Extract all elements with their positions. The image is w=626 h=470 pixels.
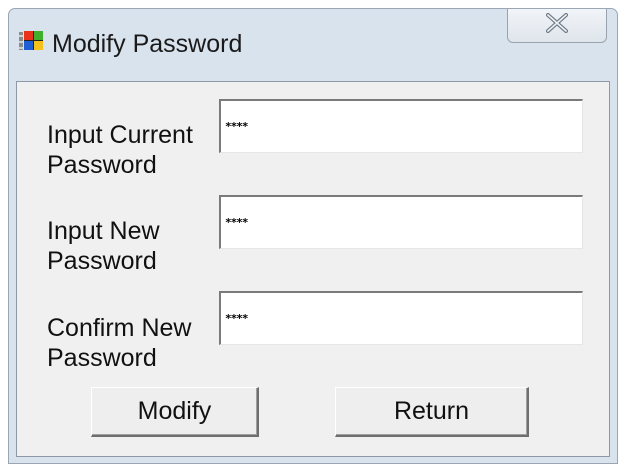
close-icon [545, 12, 569, 38]
confirm-password-label: Confirm New Password [47, 313, 227, 373]
confirm-password-label-line1: Confirm New [47, 314, 192, 342]
new-password-label-line1: Input New [47, 217, 160, 245]
close-button[interactable] [507, 9, 607, 43]
new-password-label: Input New Password [47, 216, 227, 276]
current-password-input[interactable] [219, 99, 583, 153]
modify-password-window: Modify Password Input Current Password I… [8, 8, 618, 464]
new-password-label-line2: Password [47, 247, 157, 275]
windows-flag-icon [19, 29, 43, 53]
return-button[interactable]: Return [335, 387, 529, 437]
confirm-password-label-line2: Password [47, 344, 157, 372]
current-password-label-line2: Password [47, 151, 157, 179]
dialog-client-area: Input Current Password Input New Passwor… [16, 81, 610, 457]
new-password-input[interactable] [219, 195, 583, 249]
current-password-label: Input Current Password [47, 120, 227, 180]
modify-button[interactable]: Modify [91, 387, 259, 437]
title-bar[interactable]: Modify Password [9, 9, 617, 81]
confirm-password-input[interactable] [219, 291, 583, 345]
current-password-label-line1: Input Current [47, 121, 193, 149]
window-title: Modify Password [52, 30, 243, 58]
